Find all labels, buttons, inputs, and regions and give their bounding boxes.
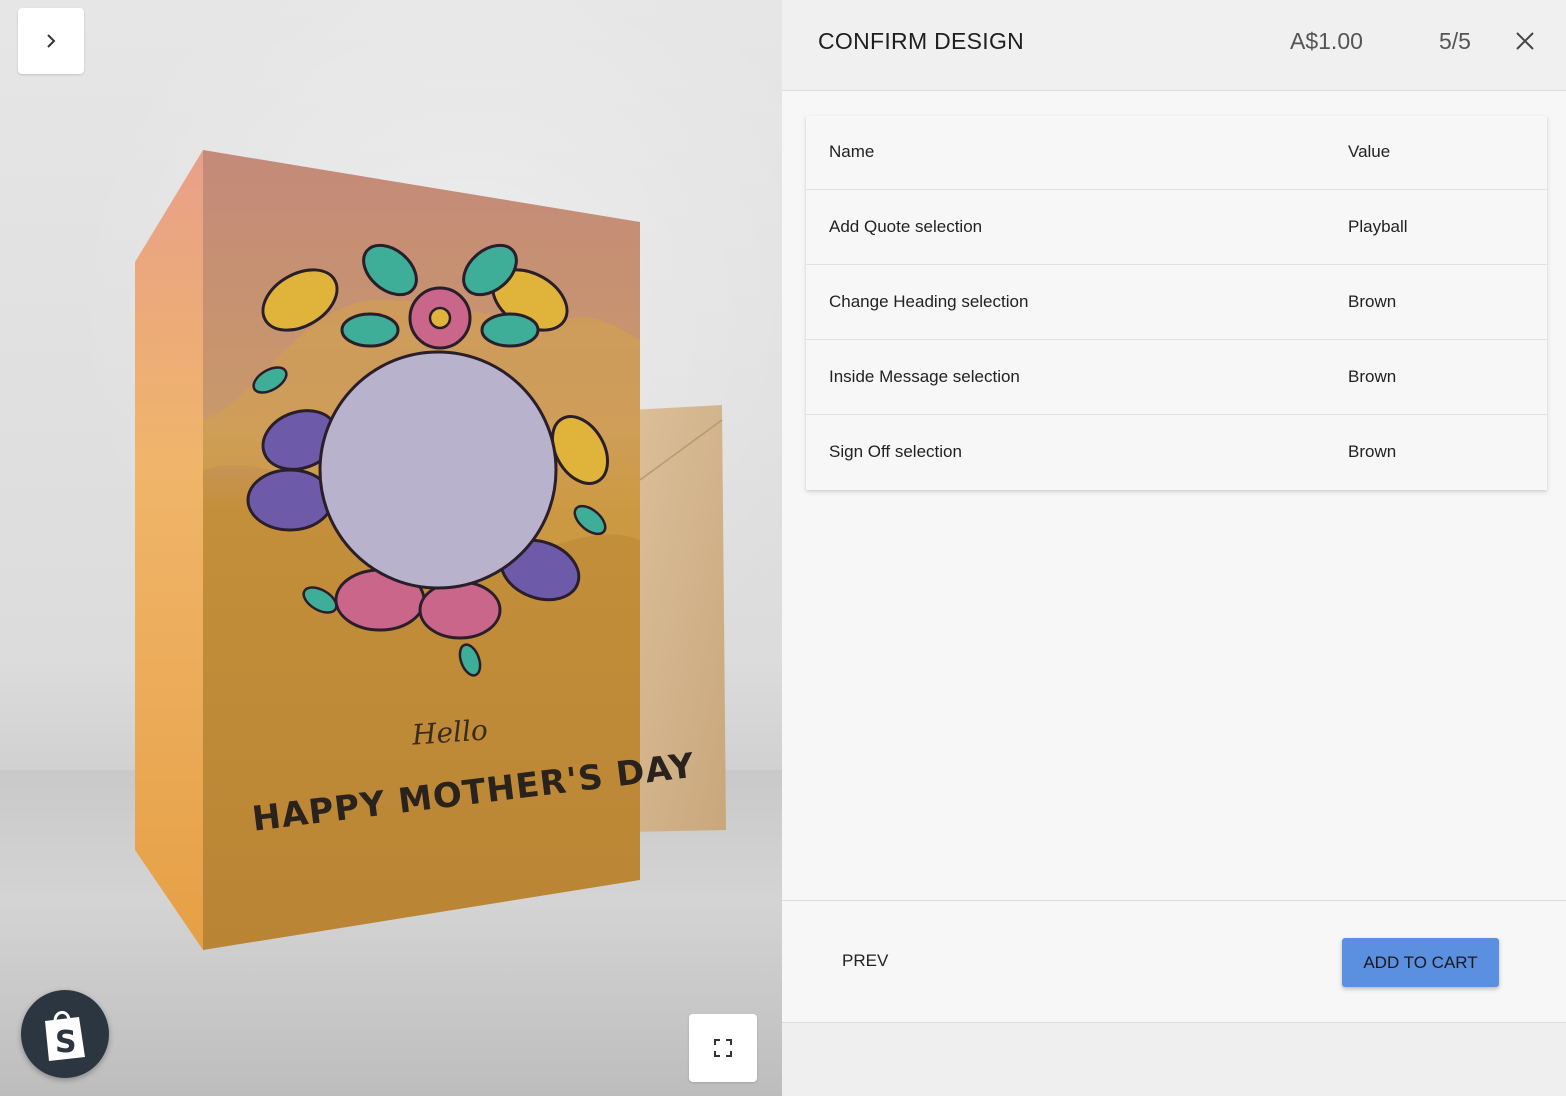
row-value: Playball: [1348, 217, 1408, 236]
prev-button[interactable]: PREV: [830, 945, 900, 977]
fullscreen-icon: [714, 1039, 732, 1057]
close-button[interactable]: [1510, 24, 1540, 58]
expand-panel-button[interactable]: [18, 8, 84, 74]
row-value: Brown: [1348, 367, 1397, 386]
table-row: Sign Off selection Brown: [806, 416, 1547, 490]
panel-footer: PREV ADD TO CART: [782, 900, 1566, 1023]
table-row: Change Heading selection Brown: [806, 266, 1547, 340]
fullscreen-button[interactable]: [689, 1014, 757, 1082]
panel-header: CONFIRM DESIGN A$1.00 5/5: [782, 0, 1566, 91]
table-row: Inside Message selection Brown: [806, 341, 1547, 415]
card-3d-render[interactable]: [0, 0, 782, 1096]
row-value: Brown: [1348, 442, 1397, 461]
panel-title: CONFIRM DESIGN: [818, 28, 1025, 54]
confirm-design-panel: CONFIRM DESIGN A$1.00 5/5 Name Value Add…: [782, 0, 1566, 1096]
add-to-cart-button[interactable]: ADD TO CART: [1342, 938, 1499, 987]
card-greeting: Hello: [410, 713, 489, 752]
row-name: Add Quote selection: [829, 217, 983, 236]
row-name: Sign Off selection: [829, 442, 962, 461]
selection-summary-table: Name Value Add Quote selection Playball …: [806, 116, 1547, 490]
column-header-name: Name: [829, 142, 875, 161]
card-side-panel: [135, 150, 203, 950]
panel-bottom-bar: [782, 1023, 1566, 1096]
upload-image-placeholder: [318, 350, 558, 590]
row-name: Change Heading selection: [829, 292, 1029, 311]
close-icon: [1516, 32, 1534, 50]
step-counter: 5/5: [1439, 28, 1471, 54]
svg-text:S: S: [55, 1025, 77, 1060]
table-row: Add Quote selection Playball: [806, 191, 1547, 265]
shopify-badge[interactable]: S: [21, 990, 109, 1078]
price-label: A$1.00: [1290, 28, 1363, 54]
shopify-bag-icon: S: [45, 1011, 85, 1061]
column-header-value: Value: [1348, 142, 1391, 161]
row-name: Inside Message selection: [829, 367, 1020, 386]
table-header-row: Name Value: [806, 116, 1547, 190]
row-value: Brown: [1348, 292, 1397, 311]
chevron-right-icon: [47, 34, 56, 48]
card-preview[interactable]: Hello HAPPY MOTHER'S DAY S: [0, 0, 782, 1096]
